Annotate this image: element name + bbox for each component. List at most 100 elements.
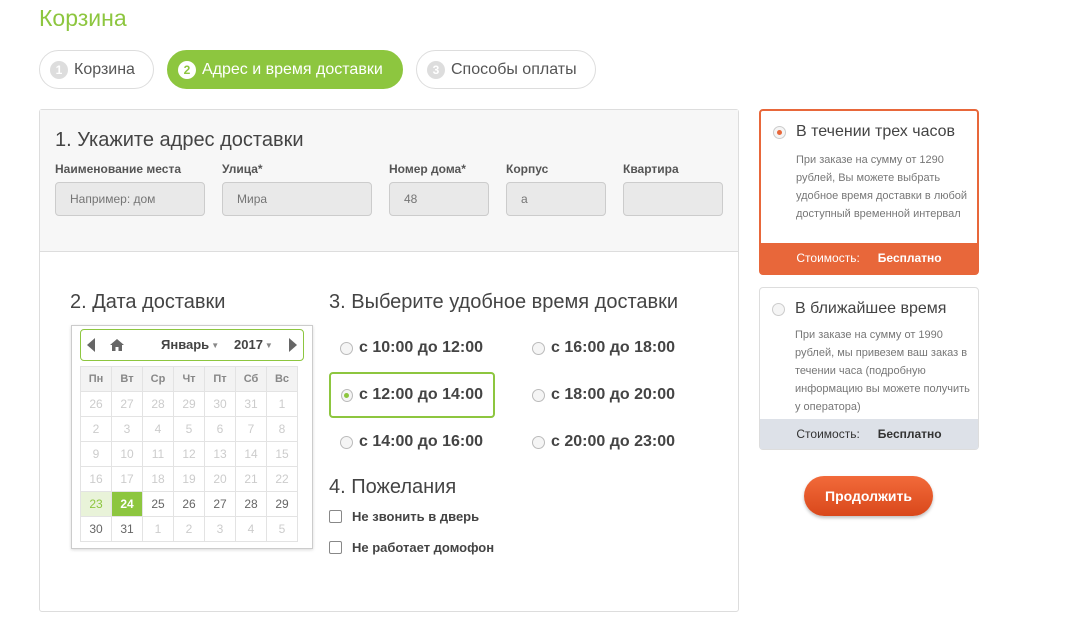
calendar-day: 27	[111, 391, 143, 417]
weekday-header: Пт	[204, 366, 236, 392]
weekday-header: Вт	[111, 366, 143, 392]
calendar-day: 15	[266, 441, 298, 467]
calendar-day: 4	[142, 416, 174, 442]
wish-no-doorbell[interactable]: Не звонить в дверь	[329, 509, 479, 524]
time-option-label: с 14:00 до 16:00	[359, 433, 484, 450]
calendar-day: 18	[142, 466, 174, 492]
calendar-day: 9	[80, 441, 112, 467]
weekday-header: Ср	[142, 366, 174, 392]
radio-checked-icon[interactable]	[773, 126, 786, 139]
date-picker: Январь ▼ 2017 ▼ Пн Вт Ср Чт Пт Сб Вс 26 2	[71, 325, 313, 549]
calendar-day: 10	[111, 441, 143, 467]
calendar-day: 6	[204, 416, 236, 442]
weekday-header: Сб	[235, 366, 267, 392]
year-label: 2017	[234, 337, 263, 352]
calendar-day: 31	[235, 391, 267, 417]
radio-icon[interactable]	[532, 341, 545, 355]
calendar-day-selected[interactable]: 24	[111, 491, 143, 517]
continue-button[interactable]: Продолжить	[804, 476, 933, 516]
step-address-time[interactable]: 2 Адрес и время доставки	[167, 50, 403, 89]
calendar-day: 28	[142, 391, 174, 417]
checkbox-icon[interactable]	[329, 541, 342, 554]
calendar-day: 29	[173, 391, 205, 417]
chevron-down-icon: ▼	[264, 341, 273, 351]
calendar-day[interactable]: 29	[266, 491, 298, 517]
time-option-label: с 20:00 до 23:00	[551, 433, 676, 450]
calendar-day[interactable]: 23	[80, 491, 112, 517]
time-option[interactable]: с 18:00 до 20:00	[532, 386, 675, 404]
time-option[interactable]: с 16:00 до 18:00	[532, 339, 675, 357]
calendar-day[interactable]: 30	[80, 516, 112, 542]
delivery-option-title: В течении трех часов	[796, 123, 956, 140]
calendar-day: 14	[235, 441, 267, 467]
date-section-title: 2. Дата доставки	[70, 291, 226, 313]
place-name-label: Наименование места	[55, 162, 181, 176]
calendar-day: 11	[142, 441, 174, 467]
delivery-option-title: В ближайшее время	[795, 300, 947, 317]
radio-icon[interactable]	[340, 435, 353, 449]
step-number: 3	[427, 60, 445, 79]
calendar-day: 5	[266, 516, 298, 542]
year-select[interactable]: 2017 ▼	[234, 337, 273, 352]
radio-icon[interactable]	[340, 341, 353, 355]
calendar-day: 17	[111, 466, 143, 492]
radio-icon[interactable]	[532, 435, 545, 449]
cost-value: Бесплатно	[877, 427, 942, 441]
street-label: Улица*	[222, 162, 263, 176]
time-option-label: с 18:00 до 20:00	[551, 386, 676, 403]
prev-month-icon[interactable]	[87, 338, 95, 352]
time-option[interactable]: с 14:00 до 16:00	[340, 433, 483, 451]
weekday-header: Вс	[266, 366, 298, 392]
street-input[interactable]	[222, 182, 372, 216]
step-label: Корзина	[74, 60, 135, 78]
calendar-day[interactable]: 28	[235, 491, 267, 517]
cost-label: Стоимость:	[796, 251, 860, 265]
time-option-label: с 12:00 до 14:00	[358, 386, 483, 403]
time-option[interactable]: с 10:00 до 12:00	[340, 339, 483, 357]
building-label: Корпус	[506, 162, 549, 176]
calendar-day: 3	[204, 516, 236, 542]
time-option-label: с 10:00 до 12:00	[359, 339, 484, 356]
step-cart[interactable]: 1 Корзина	[39, 50, 154, 89]
step-label: Способы оплаты	[451, 60, 577, 78]
month-select[interactable]: Январь ▼	[161, 337, 219, 352]
calendar-day: 8	[266, 416, 298, 442]
step-payment[interactable]: 3 Способы оплаты	[416, 50, 596, 89]
apartment-input[interactable]	[623, 182, 723, 216]
calendar-day[interactable]: 27	[204, 491, 236, 517]
place-name-input[interactable]	[55, 182, 205, 216]
calendar-day: 21	[235, 466, 267, 492]
next-month-icon[interactable]	[289, 338, 297, 352]
wish-intercom-broken[interactable]: Не работает домофон	[329, 540, 494, 555]
time-option[interactable]: с 20:00 до 23:00	[532, 433, 675, 451]
house-number-input[interactable]	[389, 182, 489, 216]
delivery-option-three-hours[interactable]: В течении трех часов При заказе на сумму…	[759, 109, 979, 275]
checkbox-icon[interactable]	[329, 510, 342, 523]
calendar-header: Январь ▼ 2017 ▼	[80, 329, 304, 361]
calendar-day: 19	[173, 466, 205, 492]
address-section: 1. Укажите адрес доставки Наименование м…	[40, 110, 738, 252]
house-number-label: Номер дома*	[389, 162, 466, 176]
calendar-day: 1	[266, 391, 298, 417]
time-option-label: с 16:00 до 18:00	[551, 339, 676, 356]
calendar-day: 5	[173, 416, 205, 442]
building-input[interactable]	[506, 182, 606, 216]
month-label: Январь	[161, 337, 210, 352]
calendar-day[interactable]: 25	[142, 491, 174, 517]
time-option-selected[interactable]: с 12:00 до 14:00	[329, 372, 495, 418]
calendar-day[interactable]: 26	[173, 491, 205, 517]
radio-icon[interactable]	[532, 388, 545, 402]
chevron-down-icon: ▼	[211, 341, 220, 351]
page-title: Корзина	[39, 5, 127, 31]
wishes-section-title: 4. Пожелания	[329, 476, 457, 498]
calendar-day: 26	[80, 391, 112, 417]
delivery-option-description: При заказе на сумму от 1990 рублей, мы п…	[795, 329, 970, 413]
wish-label: Не работает домофон	[352, 540, 495, 555]
radio-icon[interactable]	[772, 303, 785, 316]
home-icon[interactable]	[109, 337, 125, 353]
weekday-header: Чт	[173, 366, 205, 392]
cost-label: Стоимость:	[796, 427, 860, 441]
radio-checked-icon[interactable]	[341, 388, 353, 402]
delivery-option-asap[interactable]: В ближайшее время При заказе на сумму от…	[759, 287, 979, 450]
calendar-day[interactable]: 31	[111, 516, 143, 542]
